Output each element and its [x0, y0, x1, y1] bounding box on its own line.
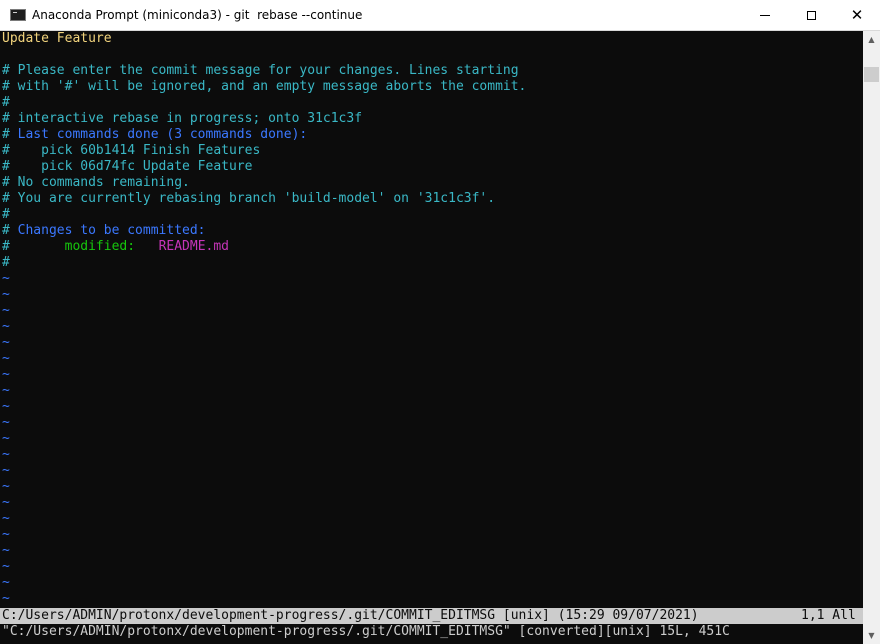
tilde-line: ~	[2, 303, 10, 318]
commit-subject-line[interactable]: Update Feature	[2, 31, 112, 47]
comment-hash: #	[2, 143, 10, 158]
comment-line: # Last commands done (3 commands done):	[2, 127, 307, 143]
comment-line: #	[2, 95, 10, 110]
comment-line: #	[2, 207, 10, 222]
modified-label: modified:	[64, 239, 136, 254]
tilde-line: ~	[2, 511, 10, 526]
title-bar[interactable]: Anaconda Prompt (miniconda3) - git rebas…	[0, 0, 880, 31]
tilde-line: ~	[2, 383, 10, 398]
comment-line: # modified: README.md	[2, 239, 229, 255]
tilde-line: ~	[2, 287, 10, 302]
tilde-line: ~	[2, 367, 10, 382]
comment-hash: #	[2, 175, 10, 190]
comment-line: # Changes to be committed:	[2, 223, 206, 239]
comment-line: #	[2, 255, 10, 270]
scroll-down-icon[interactable]: ▼	[863, 627, 880, 644]
comment-hash: #	[2, 223, 10, 238]
comment-heading: Changes to be committed:	[9, 223, 206, 238]
vertical-scrollbar[interactable]: ▲ ▼	[863, 31, 880, 644]
comment-heading: Last commands done (3 commands done):	[9, 127, 308, 142]
tilde-line: ~	[2, 559, 10, 574]
comment-line: # You are currently rebasing branch 'bui…	[2, 191, 495, 207]
window-title: Anaconda Prompt (miniconda3) - git rebas…	[32, 8, 363, 22]
tilde-line: ~	[2, 431, 10, 446]
comment-text: pick 06d74fc Update Feature	[9, 159, 253, 174]
comment-hash: #	[2, 159, 10, 174]
status-line: C:/Users/ADMIN/protonx/development-progr…	[0, 608, 863, 624]
comment-text: You are currently rebasing branch 'build…	[9, 191, 496, 206]
tilde-line: ~	[2, 399, 10, 414]
maximize-button[interactable]	[788, 0, 834, 31]
comment-line: # Please enter the commit message for yo…	[2, 63, 519, 78]
tilde-line: ~	[2, 319, 10, 334]
message-line: "C:/Users/ADMIN/protonx/development-prog…	[2, 624, 730, 639]
tilde-line: ~	[2, 447, 10, 462]
scroll-thumb[interactable]	[864, 67, 879, 82]
comment-line: # pick 06d74fc Update Feature	[2, 159, 252, 175]
maximize-icon	[806, 11, 816, 20]
comment-text: No commands remaining.	[9, 175, 190, 190]
tilde-line: ~	[2, 575, 10, 590]
close-icon: ✕	[850, 6, 864, 24]
comment-hash: #	[2, 191, 10, 206]
terminal-icon	[10, 9, 26, 21]
tilde-line: ~	[2, 527, 10, 542]
comment-line: # with '#' will be ignored, and an empty…	[2, 79, 527, 94]
tilde-line: ~	[2, 463, 10, 478]
minimize-icon	[760, 15, 770, 16]
close-button[interactable]: ✕	[834, 0, 880, 31]
comment-line: # pick 60b1414 Finish Features	[2, 143, 260, 159]
comment-text: pick 60b1414 Finish Features	[9, 143, 261, 158]
tilde-line: ~	[2, 479, 10, 494]
comment-line: # interactive rebase in progress; onto 3…	[2, 111, 363, 126]
tilde-line: ~	[2, 591, 10, 606]
comment-line: # No commands remaining.	[2, 175, 190, 191]
status-file-path: C:/Users/ADMIN/protonx/development-progr…	[2, 608, 699, 623]
comment-hash: #	[2, 127, 10, 142]
scroll-up-icon[interactable]: ▲	[863, 31, 880, 48]
tilde-line: ~	[2, 335, 10, 350]
tilde-line: ~	[2, 415, 10, 430]
terminal-area[interactable]: Update Feature # Please enter the commit…	[0, 31, 863, 644]
minimize-button[interactable]	[742, 0, 788, 31]
modified-file: README.md	[158, 239, 230, 254]
tilde-line: ~	[2, 543, 10, 558]
tilde-line: ~	[2, 271, 10, 286]
tilde-line: ~	[2, 351, 10, 366]
cursor-position: 1,1 All	[801, 608, 856, 623]
tilde-line: ~	[2, 495, 10, 510]
comment-hash: #	[2, 239, 10, 254]
